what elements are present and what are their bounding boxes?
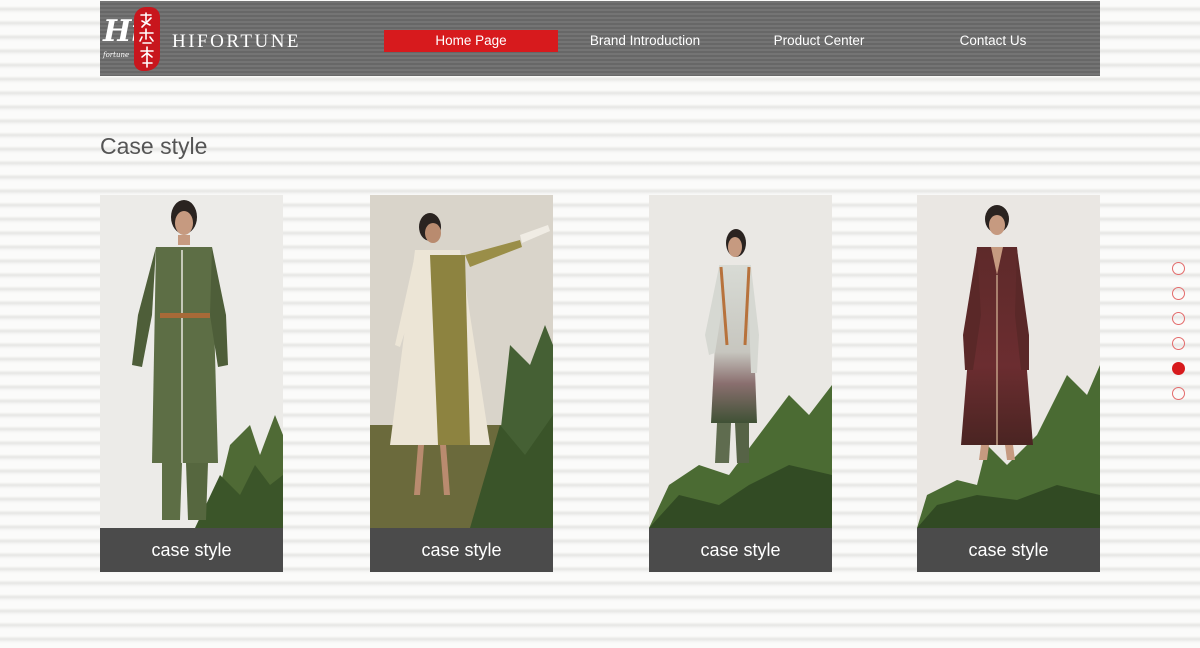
pagination-dot-5[interactable] [1172, 362, 1185, 375]
nav-contact-us[interactable]: Contact Us [906, 30, 1080, 52]
pagination-dot-4[interactable] [1172, 337, 1185, 350]
model-cream-sheer-dress-photo [370, 195, 553, 528]
case-card[interactable]: case style [917, 195, 1100, 572]
case-card[interactable]: case style [649, 195, 832, 572]
pagination-dot-1[interactable] [1172, 262, 1185, 275]
case-caption: case style [370, 528, 553, 572]
case-caption: case style [917, 528, 1100, 572]
logo-seal-icon [134, 7, 160, 71]
model-burgundy-long-dress-photo [917, 195, 1100, 528]
case-card[interactable]: case style [100, 195, 283, 572]
site-header: Hi fortune HIFORTUNE Home Page Brand Int… [100, 1, 1100, 76]
nav-product-center[interactable]: Product Center [732, 30, 906, 52]
case-card[interactable]: case style [370, 195, 553, 572]
model-olive-green-trench-coat-photo [100, 195, 283, 528]
logo-mark-sub: fortune [103, 51, 130, 59]
pagination-dot-6[interactable] [1172, 387, 1185, 400]
brand-logo[interactable]: Hi fortune HIFORTUNE [100, 1, 300, 76]
pagination-dot-2[interactable] [1172, 287, 1185, 300]
model-grey-gradient-long-coat-photo [649, 195, 832, 528]
case-caption: case style [100, 528, 283, 572]
page-title: Case style [100, 133, 208, 159]
pagination-dot-3[interactable] [1172, 312, 1185, 325]
brand-name: HIFORTUNE [172, 31, 302, 52]
nav-brand-introduction[interactable]: Brand Introduction [558, 30, 732, 52]
nav-home-page[interactable]: Home Page [384, 30, 558, 52]
section-pagination-dots [1172, 262, 1186, 402]
case-caption: case style [649, 528, 832, 572]
